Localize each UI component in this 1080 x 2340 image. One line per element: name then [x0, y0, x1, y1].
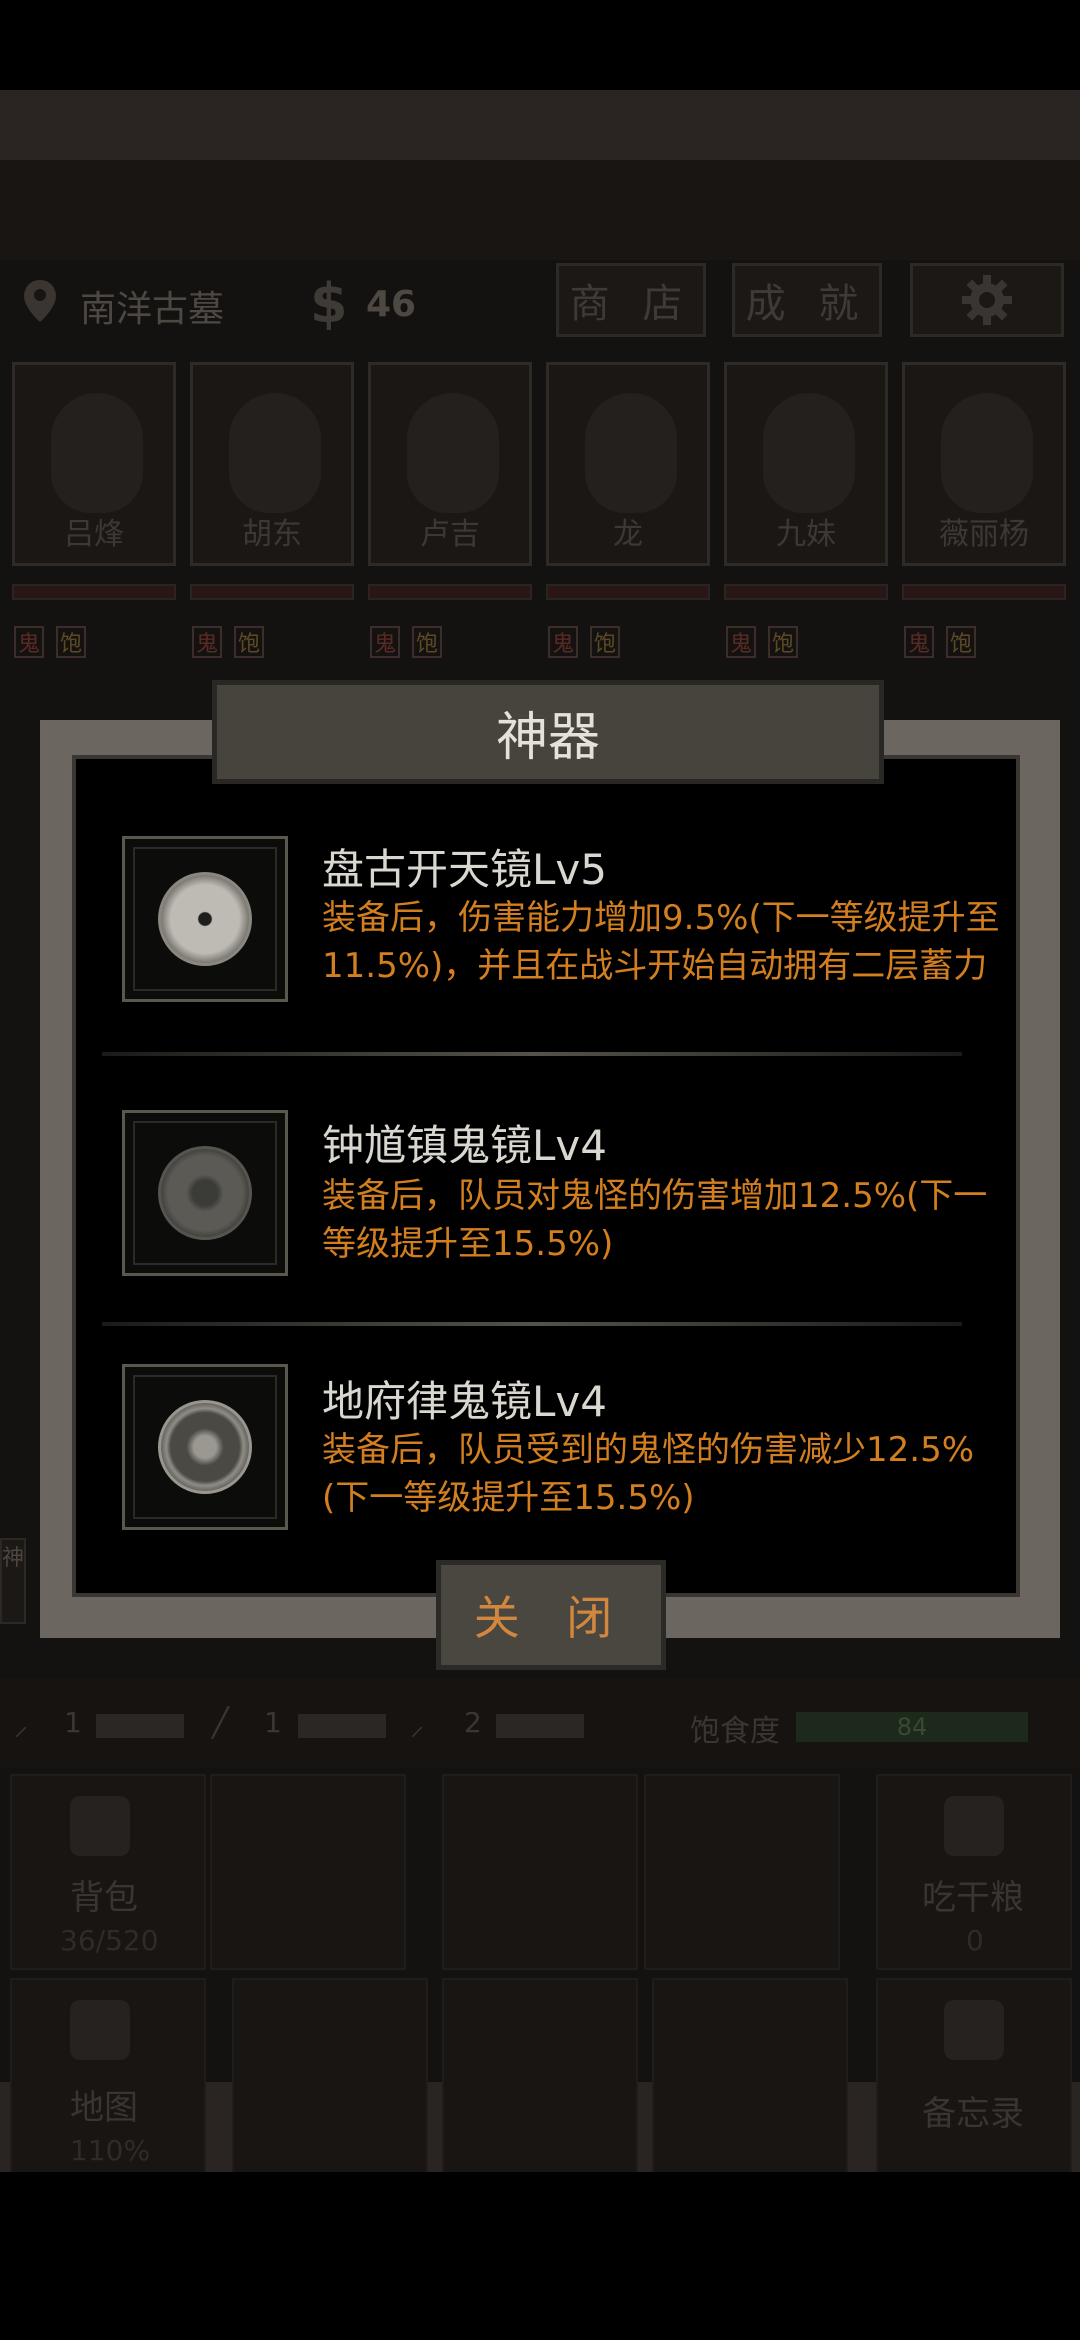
full-status-tag: 饱	[412, 626, 442, 658]
portrait-face	[941, 393, 1033, 513]
close-button[interactable]: 关 闭	[436, 1560, 666, 1670]
full-status-tag: 饱	[946, 626, 976, 658]
artifact-icon-frame[interactable]	[122, 1110, 288, 1276]
map-label: 地图	[70, 2088, 138, 2128]
party-member-name: 卢吉	[420, 517, 480, 552]
spade-icon: ⸝	[410, 1709, 425, 1742]
achievements-button[interactable]: 成 就	[732, 263, 882, 337]
rations-icon	[944, 1796, 1004, 1856]
party-member-name: 薇丽杨	[939, 517, 1029, 552]
bronze-mirror-icon	[158, 872, 252, 966]
artifact-description: 装备后，队员受到的鬼怪的伤害减少12.5%(下一等级提升至15.5%)	[322, 1430, 975, 1518]
health-bar	[368, 584, 532, 600]
health-bar	[190, 584, 354, 600]
gear-icon	[962, 275, 1012, 325]
portrait-face	[407, 393, 499, 513]
artifact-icon-frame[interactable]	[122, 836, 288, 1002]
party-member-name: 龙	[613, 517, 643, 552]
artifact-name: 盘古开天镜Lv5	[322, 845, 607, 894]
rations-count: 0	[966, 1924, 984, 1957]
location-label: 南洋古墓	[80, 289, 225, 330]
move-cell[interactable]	[644, 1774, 840, 1970]
artifact-description: 装备后，伤害能力增加9.5%(下一等级提升至11.5%)，并且在战斗开始自动拥有…	[322, 898, 1000, 986]
ghost-status-tag: 鬼	[904, 626, 934, 658]
ghost-status-tag: 鬼	[548, 626, 578, 658]
backpack-icon	[70, 1796, 130, 1856]
map-icon	[70, 2000, 130, 2060]
status-bar	[0, 0, 1080, 90]
ghost-status-tag: 鬼	[192, 626, 222, 658]
side-tab[interactable]: 神	[0, 1538, 26, 1624]
bronze-mirror-icon	[158, 1400, 252, 1494]
move-up-cell[interactable]	[442, 1774, 638, 1970]
artifact-name: 地府律鬼镜Lv4	[322, 1377, 607, 1426]
party-member-portrait[interactable]: 龙	[546, 362, 710, 566]
bronze-mirror-icon	[158, 1146, 252, 1240]
backpack-count: 36/520	[60, 1924, 159, 1957]
eat-rations-label: 吃干粮	[922, 1878, 1024, 1918]
health-bar	[546, 584, 710, 600]
satiety-label: 饱食度	[690, 1714, 780, 1749]
full-status-tag: 饱	[768, 626, 798, 658]
artifact-name: 钟馗镇鬼镜Lv4	[322, 1121, 607, 1170]
move-right-cell[interactable]	[652, 1978, 848, 2174]
ghost-status-tag: 鬼	[14, 626, 44, 658]
backpack-label: 背包	[70, 1878, 138, 1918]
top-bar	[0, 160, 1080, 260]
ghost-status-tag: 鬼	[370, 626, 400, 658]
tool-durability-bar	[96, 1714, 184, 1738]
party-member-portrait[interactable]: 九妹	[724, 362, 888, 566]
memo-label: 备忘录	[922, 2094, 1024, 2134]
tool-durability-bar	[496, 1714, 584, 1738]
full-status-tag: 饱	[234, 626, 264, 658]
tool-count: 1	[264, 1706, 282, 1739]
portrait-face	[229, 393, 321, 513]
move-cell[interactable]	[210, 1774, 406, 1970]
health-bar	[12, 584, 176, 600]
close-button-label: 关 闭	[473, 1591, 629, 1645]
portrait-face	[585, 393, 677, 513]
satiety-value: 84	[896, 1713, 928, 1741]
divider	[102, 1322, 962, 1326]
tool-count: 2	[464, 1706, 482, 1739]
party-member-portrait[interactable]: 薇丽杨	[902, 362, 1066, 566]
dialog-title-plate: 神器	[212, 680, 884, 784]
move-left-cell[interactable]	[232, 1978, 428, 2174]
memo-icon	[944, 2000, 1004, 2060]
artifact-icon-frame[interactable]	[122, 1364, 288, 1530]
currency-icon: $	[310, 272, 348, 335]
artifact-description: 装备后，队员对鬼怪的伤害增加12.5%(下一等级提升至15.5%)	[322, 1176, 988, 1264]
health-bar	[724, 584, 888, 600]
shop-button[interactable]: 商 店	[556, 263, 706, 337]
portrait-face	[51, 393, 143, 513]
dialog-title: 神器	[495, 707, 600, 768]
tool-count: 1	[64, 1706, 82, 1739]
divider	[102, 1052, 962, 1056]
party-member-portrait[interactable]: 卢吉	[368, 362, 532, 566]
party-member-portrait[interactable]: 吕烽	[12, 362, 176, 566]
party-member-portrait[interactable]: 胡东	[190, 362, 354, 566]
move-down-cell[interactable]	[442, 1978, 638, 2174]
settings-button[interactable]	[910, 263, 1064, 337]
party-member-name: 九妹	[776, 517, 836, 552]
money-amount: 46	[366, 284, 417, 325]
shovel-icon: ⸝	[14, 1709, 29, 1742]
party-member-name: 吕烽	[64, 517, 124, 552]
pick-icon: ╱	[212, 1706, 229, 1739]
ghost-status-tag: 鬼	[726, 626, 756, 658]
navigation-bar	[0, 2172, 1080, 2340]
location-pin-icon	[24, 280, 56, 322]
tool-durability-bar	[298, 1714, 386, 1738]
map-zoom: 110%	[70, 2134, 151, 2167]
full-status-tag: 饱	[56, 626, 86, 658]
party-member-name: 胡东	[242, 517, 302, 552]
full-status-tag: 饱	[590, 626, 620, 658]
portrait-face	[763, 393, 855, 513]
health-bar	[902, 584, 1066, 600]
